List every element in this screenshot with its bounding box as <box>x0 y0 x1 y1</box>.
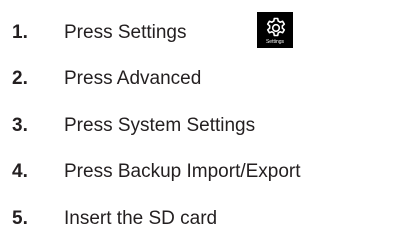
step-text: Press System Settings <box>64 115 256 136</box>
step-5: 5. Insert the SD card <box>12 206 217 232</box>
settings-button-illustration: Settings <box>257 12 293 48</box>
step-text: Press Advanced <box>64 68 202 89</box>
instruction-steps-list: 1. Press Settings 2. Press Advanced 3. P… <box>0 0 396 244</box>
step-number: 3. <box>12 115 28 136</box>
step-number: 2. <box>12 68 28 89</box>
step-1: 1. Press Settings <box>12 20 187 46</box>
step-4: 4. Press Backup Import/Export <box>12 159 301 185</box>
settings-caption: Settings <box>265 39 285 45</box>
step-number: 1. <box>12 22 28 43</box>
step-2: 2. Press Advanced <box>12 66 201 92</box>
step-number: 4. <box>12 161 28 182</box>
step-text: Press Settings <box>64 22 187 43</box>
step-text: Insert the SD card <box>64 208 218 229</box>
gear-icon <box>266 17 286 37</box>
step-number: 5. <box>12 208 28 229</box>
step-3: 3. Press System Settings <box>12 113 255 139</box>
step-text: Press Backup Import/Export <box>64 161 301 182</box>
